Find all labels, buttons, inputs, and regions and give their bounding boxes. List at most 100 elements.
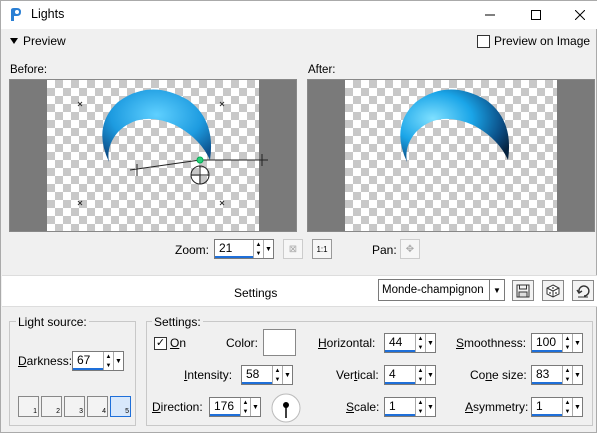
down-arrow-icon[interactable]: ▼ xyxy=(563,407,572,416)
vertical-value[interactable]: 4 xyxy=(385,366,415,384)
up-arrow-icon[interactable]: ▲ xyxy=(563,366,572,375)
cone-size-value[interactable]: 83 xyxy=(532,366,562,384)
cone-size-field[interactable]: 83 ▲ ▼ ▼ xyxy=(531,365,583,385)
down-arrow-icon[interactable]: ▼ xyxy=(416,343,425,352)
intensity-field[interactable]: 58 ▲ ▼ ▼ xyxy=(241,365,293,385)
down-arrow-icon[interactable]: ▼ xyxy=(104,361,113,370)
down-arrow-icon[interactable]: ▼ xyxy=(563,375,572,384)
scale-field[interactable]: 1 ▲ ▼ ▼ xyxy=(384,397,436,417)
down-arrow-icon[interactable]: ▼ xyxy=(241,407,250,416)
scale-spinner[interactable]: ▲ ▼ xyxy=(415,398,425,416)
up-arrow-icon[interactable]: ▲ xyxy=(416,366,425,375)
window-title: Lights xyxy=(31,7,65,21)
settings-bar-title: Settings xyxy=(234,286,278,300)
darkness-spinner[interactable]: ▲ ▼ xyxy=(103,352,113,370)
minimize-icon xyxy=(485,14,495,16)
zoom-value[interactable]: 21 xyxy=(215,240,253,258)
darkness-field[interactable]: 67 ▲ ▼ ▼ xyxy=(72,351,124,371)
zoom-spinner[interactable]: ▲ ▼ xyxy=(253,240,263,258)
pan-button[interactable]: ✥ xyxy=(400,239,420,259)
before-preview[interactable] xyxy=(9,79,297,232)
up-arrow-icon[interactable]: ▲ xyxy=(104,352,113,361)
zoom-to-fit-button[interactable]: ⊠ xyxy=(283,239,303,259)
horizontal-value[interactable]: 44 xyxy=(385,334,415,352)
zoom-dropdown-arrow-icon[interactable]: ▼ xyxy=(263,240,273,258)
asymmetry-dropdown-arrow-icon[interactable]: ▼ xyxy=(572,398,582,416)
light-preset-1[interactable]: 1 xyxy=(18,396,39,417)
light-preset-5[interactable]: 5 xyxy=(110,396,131,417)
smoothness-dropdown-arrow-icon[interactable]: ▼ xyxy=(572,334,582,352)
on-check-box[interactable]: ✓ xyxy=(154,336,167,350)
vertical-dropdown-arrow-icon[interactable]: ▼ xyxy=(425,366,435,384)
down-arrow-icon[interactable]: ▼ xyxy=(416,407,425,416)
smoothness-label: Smoothness: xyxy=(456,336,527,350)
up-arrow-icon[interactable]: ▲ xyxy=(563,334,572,343)
minimize-button[interactable] xyxy=(468,1,512,29)
darkness-value[interactable]: 67 xyxy=(73,352,103,370)
on-checkbox[interactable]: ✓ On xyxy=(154,336,186,350)
cone-size-dropdown-arrow-icon[interactable]: ▼ xyxy=(572,366,582,384)
randomize-button[interactable] xyxy=(542,280,564,301)
vertical-label: Vertical: xyxy=(336,368,379,382)
save-preset-button[interactable] xyxy=(512,280,534,301)
cone-size-spinner[interactable]: ▲ ▼ xyxy=(562,366,572,384)
vertical-spinner[interactable]: ▲ ▼ xyxy=(415,366,425,384)
preview-toggle[interactable]: Preview xyxy=(10,34,66,48)
horizontal-field[interactable]: 44 ▲ ▼ ▼ xyxy=(384,333,436,353)
direction-value[interactable]: 176 xyxy=(210,398,240,416)
direction-dropdown-arrow-icon[interactable]: ▼ xyxy=(250,398,260,416)
color-swatch[interactable] xyxy=(263,329,296,356)
horizontal-spinner[interactable]: ▲ ▼ xyxy=(415,334,425,352)
direction-dial[interactable] xyxy=(271,393,301,423)
preview-on-image-checkbox[interactable]: Preview on Image xyxy=(477,34,590,48)
direction-spinner[interactable]: ▲ ▼ xyxy=(240,398,250,416)
horizontal-label: Horizontal: xyxy=(318,336,376,350)
light-preset-2[interactable]: 2 xyxy=(41,396,62,417)
horizontal-dropdown-arrow-icon[interactable]: ▼ xyxy=(425,334,435,352)
darkness-label: Darkness: xyxy=(18,354,73,368)
zoom-label: Zoom: xyxy=(175,243,210,257)
preset-value: Monde-champignon xyxy=(382,284,484,296)
asymmetry-spinner[interactable]: ▲ ▼ xyxy=(562,398,572,416)
smoothness-field[interactable]: 100 ▲ ▼ ▼ xyxy=(531,333,583,353)
asymmetry-field[interactable]: 1 ▲ ▼ ▼ xyxy=(531,397,583,417)
preview-on-image-box[interactable] xyxy=(477,34,490,48)
dice-icon xyxy=(546,283,560,298)
darkness-dropdown-arrow-icon[interactable]: ▼ xyxy=(113,352,123,370)
up-arrow-icon[interactable]: ▲ xyxy=(416,398,425,407)
light-source-title: Light source: xyxy=(16,315,89,329)
intensity-spinner[interactable]: ▲ ▼ xyxy=(272,366,282,384)
app-icon xyxy=(11,8,21,21)
up-arrow-icon[interactable]: ▲ xyxy=(563,398,572,407)
asymmetry-label: Asymmetry: xyxy=(465,400,529,414)
up-arrow-icon[interactable]: ▲ xyxy=(254,240,263,249)
up-arrow-icon[interactable]: ▲ xyxy=(416,334,425,343)
down-arrow-icon[interactable]: ▼ xyxy=(254,249,263,258)
vertical-field[interactable]: 4 ▲ ▼ ▼ xyxy=(384,365,436,385)
down-arrow-icon[interactable]: ▼ xyxy=(563,343,572,352)
actual-size-icon: 1:1 xyxy=(316,244,328,254)
light-preset-4[interactable]: 4 xyxy=(87,396,108,417)
actual-size-button[interactable]: 1:1 xyxy=(312,239,332,259)
light-preset-3[interactable]: 3 xyxy=(64,396,85,417)
up-arrow-icon[interactable]: ▲ xyxy=(273,366,282,375)
up-arrow-icon[interactable]: ▲ xyxy=(241,398,250,407)
before-label: Before: xyxy=(10,64,48,76)
down-arrow-icon[interactable]: ▼ xyxy=(416,375,425,384)
intensity-value[interactable]: 58 xyxy=(242,366,272,384)
reset-button[interactable] xyxy=(572,280,594,301)
scale-value[interactable]: 1 xyxy=(385,398,415,416)
smoothness-value[interactable]: 100 xyxy=(532,334,562,352)
scale-dropdown-arrow-icon[interactable]: ▼ xyxy=(425,398,435,416)
close-button[interactable] xyxy=(558,1,597,29)
maximize-button[interactable] xyxy=(514,1,558,29)
down-arrow-icon[interactable]: ▼ xyxy=(273,375,282,384)
zoom-field[interactable]: 21 ▲ ▼ ▼ xyxy=(214,239,274,259)
asymmetry-value[interactable]: 1 xyxy=(532,398,562,416)
direction-field[interactable]: 176 ▲ ▼ ▼ xyxy=(209,397,261,417)
smoothness-spinner[interactable]: ▲ ▼ xyxy=(562,334,572,352)
intensity-dropdown-arrow-icon[interactable]: ▼ xyxy=(282,366,292,384)
chevron-down-icon[interactable]: ▼ xyxy=(489,280,504,300)
preset-dropdown[interactable]: Monde-champignon ▼ xyxy=(378,279,505,301)
floppy-disk-icon xyxy=(516,284,530,297)
